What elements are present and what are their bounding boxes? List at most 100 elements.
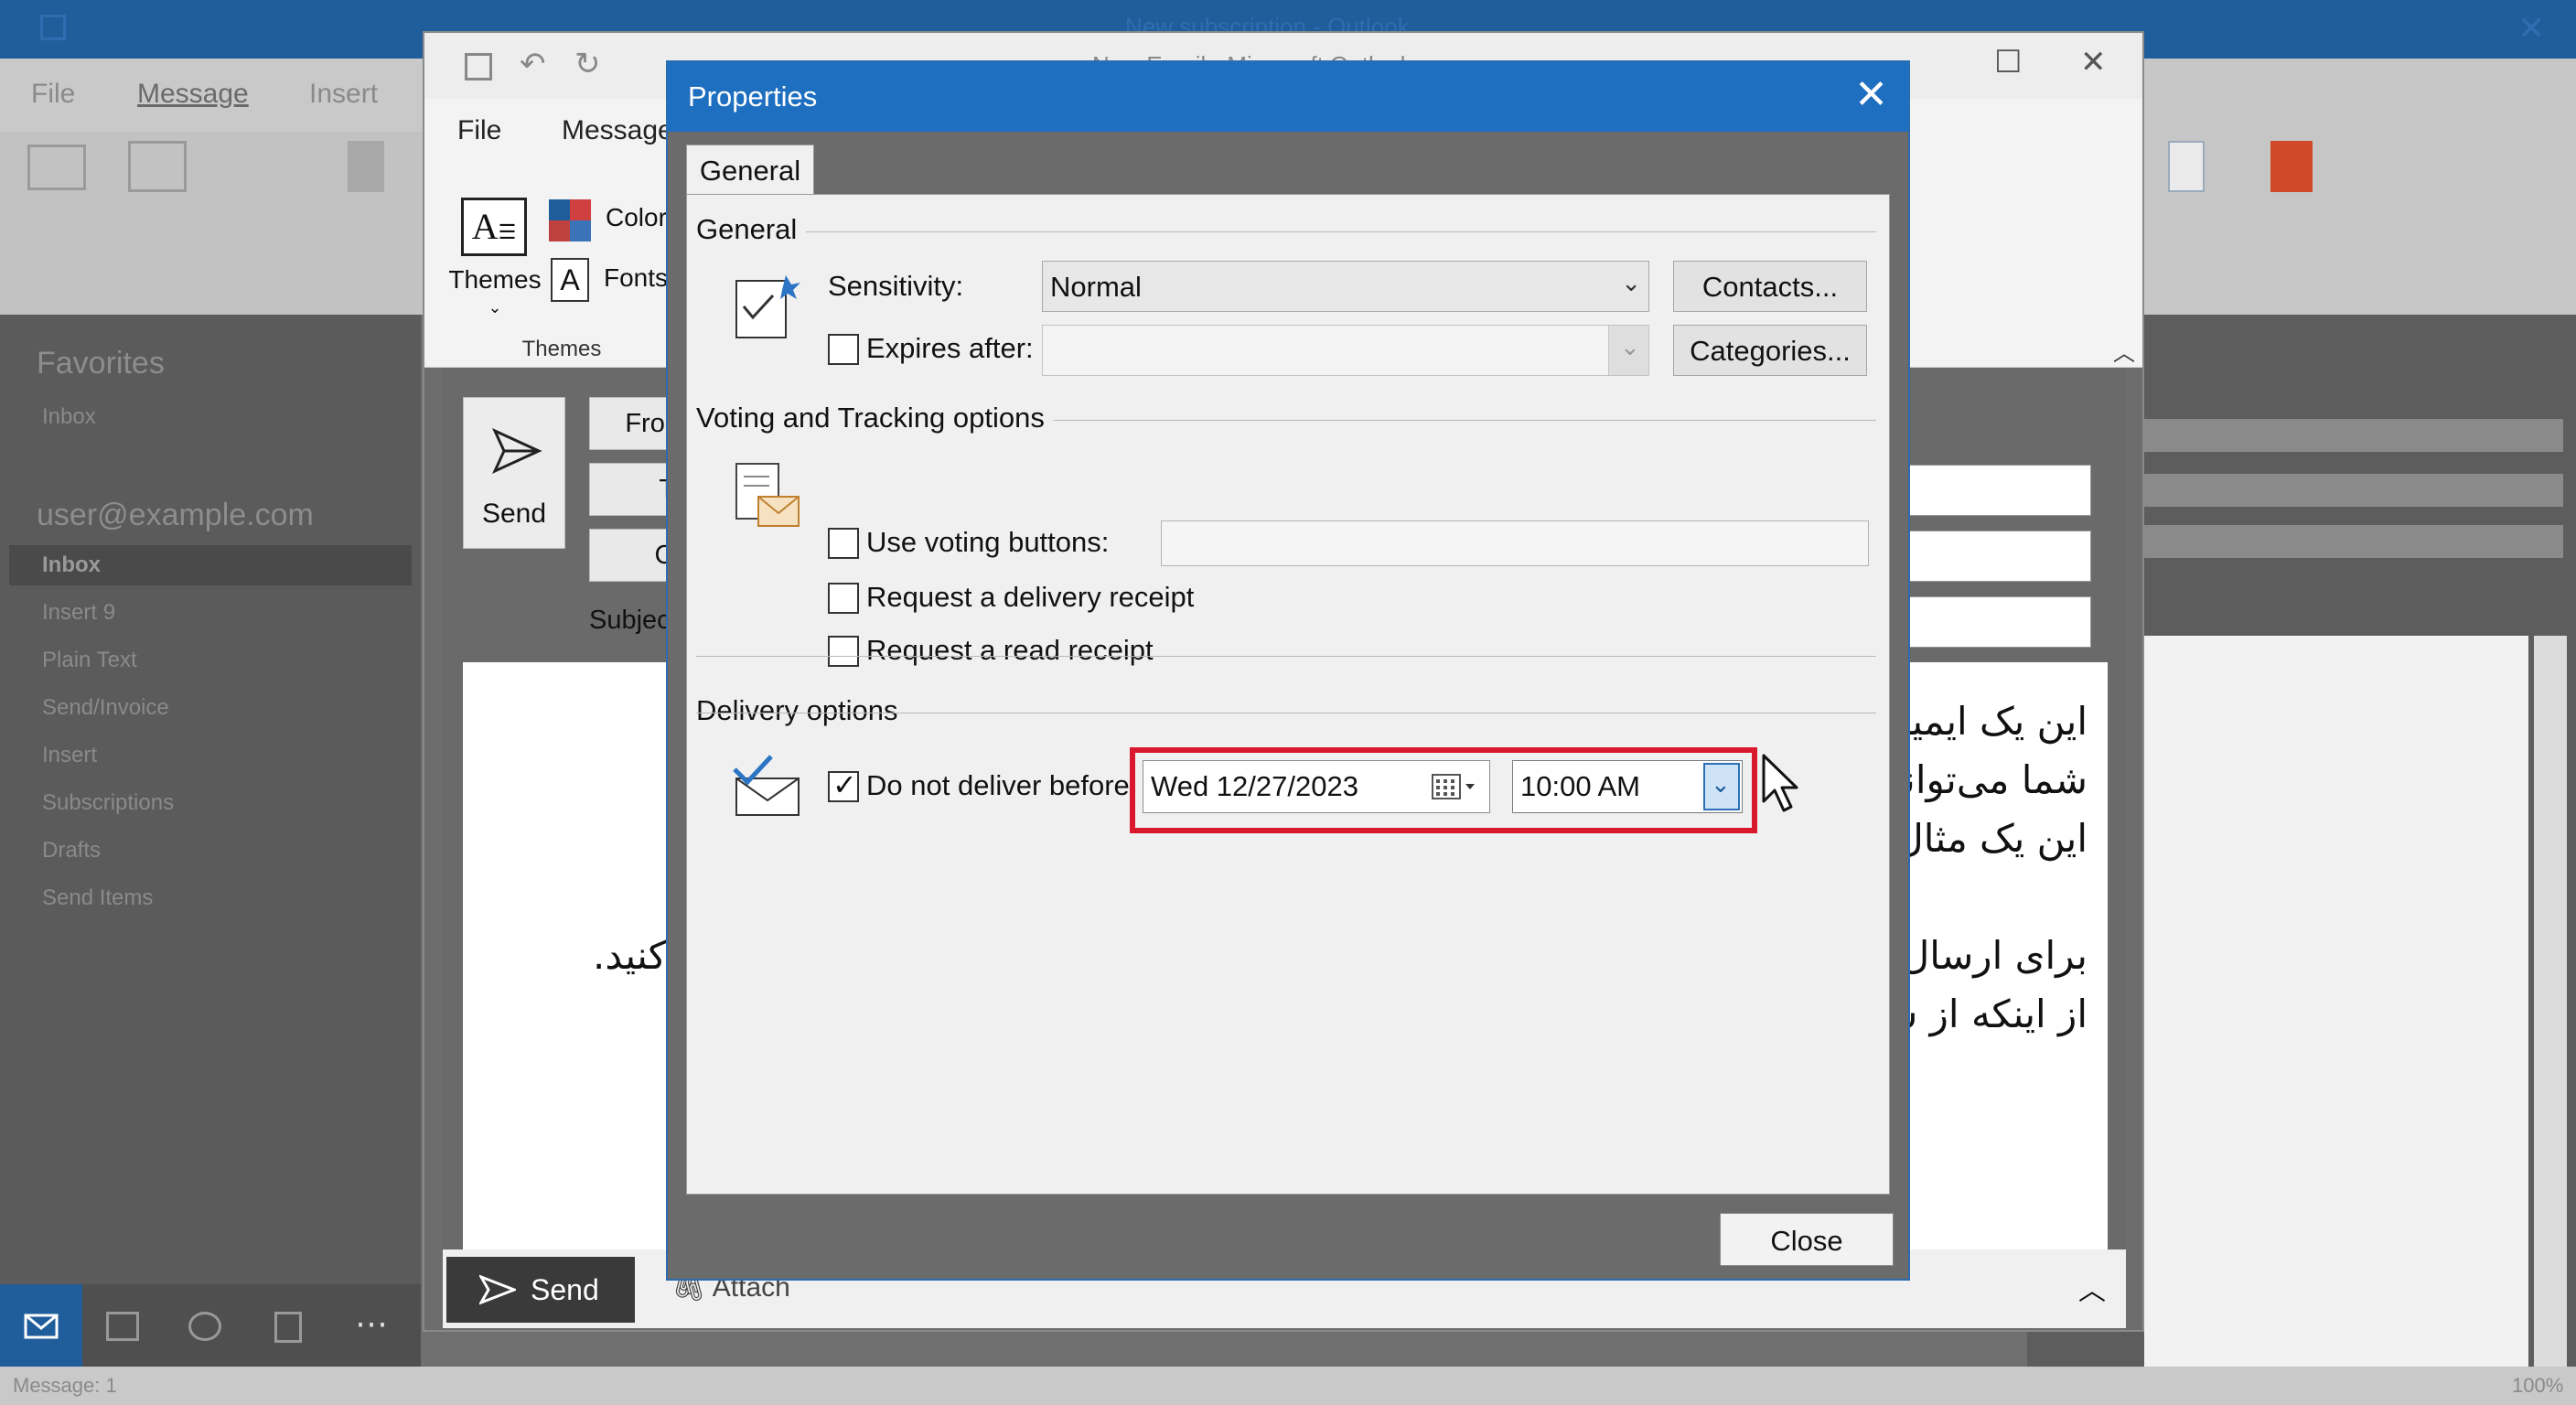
sensitivity-value: Normal xyxy=(1050,271,1142,303)
cc-field[interactable] xyxy=(1906,531,2091,582)
tab-general[interactable]: General xyxy=(686,145,814,196)
body-line: این یک مثال xyxy=(1895,816,2088,861)
close-button[interactable]: Close xyxy=(1720,1213,1894,1266)
reading-line xyxy=(2142,419,2563,452)
to-field[interactable] xyxy=(1906,465,2091,516)
deliver-time-input[interactable]: 10:00 AM ⌄ xyxy=(1512,760,1743,813)
folder-item[interactable]: Drafts xyxy=(42,838,101,863)
save-icon[interactable] xyxy=(40,15,66,40)
delete-icon[interactable] xyxy=(348,141,384,192)
chevron-down-icon: ⌄ xyxy=(1711,770,1731,798)
send-icon xyxy=(479,1274,516,1305)
do-not-deliver-label: Do not deliver before xyxy=(866,769,1130,801)
office-addin-icon[interactable] xyxy=(2270,141,2313,192)
send-footer-label: Send xyxy=(531,1273,599,1306)
close-icon[interactable]: ✕ xyxy=(2080,44,2107,80)
people-icon[interactable] xyxy=(188,1312,221,1341)
calendar-icon[interactable] xyxy=(1431,772,1476,801)
sensitivity-select[interactable]: Normal ⌄ xyxy=(1042,261,1649,312)
body-line: این یک ایمیل xyxy=(1883,699,2088,744)
folder-item[interactable]: Insert 9 xyxy=(42,600,115,626)
contacts-button[interactable]: Contacts... xyxy=(1673,261,1867,312)
mail-icon[interactable] xyxy=(0,1284,82,1367)
send-button-footer[interactable]: Send xyxy=(446,1257,635,1323)
categories-button[interactable]: Categories... xyxy=(1673,325,1867,376)
folder-item[interactable]: Plain Text xyxy=(42,648,137,673)
tab-message[interactable]: Message xyxy=(562,115,673,146)
chevron-down-icon: ⌄ xyxy=(1621,269,1641,296)
status-bar: Message: 1 100% xyxy=(0,1367,2576,1405)
send-icon xyxy=(491,427,542,475)
expand-icon[interactable]: ︿ xyxy=(2078,1268,2106,1308)
subject-field[interactable] xyxy=(1906,596,2091,648)
undo-icon[interactable]: ↶ xyxy=(520,46,546,82)
send-button[interactable]: Send xyxy=(463,397,565,549)
delivery-receipt-label: Request a delivery receipt xyxy=(866,581,1195,613)
reading-line xyxy=(2142,474,2563,507)
save-icon[interactable] xyxy=(465,53,492,80)
favorites-inbox[interactable]: Inbox xyxy=(42,404,96,430)
properties-dialog: Properties ✕ General General Sensitivity… xyxy=(666,60,1910,1281)
themes-group-label: Themes xyxy=(521,337,602,361)
themes-button[interactable]: A☰ Themes ⌄ xyxy=(445,198,545,326)
new-items-icon[interactable] xyxy=(128,141,187,192)
reading-line xyxy=(2142,525,2563,558)
page-icon[interactable] xyxy=(2168,141,2205,192)
dialog-titlebar: Properties ✕ xyxy=(668,62,1908,132)
new-email-icon[interactable] xyxy=(27,145,86,190)
tasks-icon[interactable] xyxy=(274,1312,302,1343)
voting-checkbox[interactable] xyxy=(828,528,859,559)
tab-message[interactable]: Message xyxy=(137,79,249,110)
separator xyxy=(696,231,1876,232)
mouse-pointer-icon xyxy=(1762,754,1798,812)
expires-select: ⌄ xyxy=(1042,325,1649,376)
deliver-time-value: 10:00 AM xyxy=(1520,770,1640,802)
folder-pane: Favorites Inbox user@example.com Inbox I… xyxy=(0,315,421,1367)
status-text: Message: 1 xyxy=(13,1374,117,1397)
outlook-ribbon xyxy=(0,132,430,315)
colors-icon xyxy=(549,199,591,241)
reading-body xyxy=(2144,636,2528,1367)
folder-item[interactable]: Subscriptions xyxy=(42,790,174,816)
favorites-header[interactable]: Favorites xyxy=(37,346,165,381)
reading-scrollbar[interactable] xyxy=(2534,636,2567,1367)
expires-label: Expires after: xyxy=(866,332,1034,364)
collapse-ribbon-icon[interactable]: ︿ xyxy=(2113,335,2135,367)
send-label: Send xyxy=(481,499,547,529)
outlook-ribbon-tabs: File Message Insert xyxy=(0,59,430,132)
chevron-down-icon: ⌄ xyxy=(1608,326,1648,375)
tab-insert[interactable]: Insert xyxy=(309,79,378,110)
folder-item[interactable]: Insert xyxy=(42,743,97,768)
account-header[interactable]: user@example.com xyxy=(37,498,314,533)
folder-item[interactable]: Send Items xyxy=(42,885,153,911)
close-icon[interactable]: ✕ xyxy=(1854,71,1888,118)
chevron-down-icon: ⌄ xyxy=(488,298,502,316)
dialog-title: Properties xyxy=(688,80,818,113)
general-heading: General xyxy=(696,213,807,246)
delivery-heading: Delivery options xyxy=(696,694,907,727)
general-panel: General Sensitivity: Normal ⌄ Contacts..… xyxy=(686,194,1890,1195)
folder-item[interactable]: Inbox xyxy=(42,552,101,578)
folder-item[interactable]: Send/Invoice xyxy=(42,695,169,721)
read-receipt-label: Request a read receipt xyxy=(866,634,1154,666)
voting-heading: Voting and Tracking options xyxy=(696,402,1054,434)
tab-file[interactable]: File xyxy=(31,79,75,110)
delivery-receipt-checkbox[interactable] xyxy=(828,583,859,614)
separator xyxy=(696,656,1876,657)
redo-icon[interactable]: ↻ xyxy=(574,46,601,82)
outlook-right-ribbon xyxy=(2144,59,2576,315)
deliver-envelope-icon xyxy=(733,755,800,816)
deliver-date-value: Wed 12/27/2023 xyxy=(1151,770,1358,802)
calendar-icon[interactable] xyxy=(106,1312,139,1341)
tab-file[interactable]: File xyxy=(457,115,501,146)
maximize-icon[interactable]: ☐ xyxy=(1994,44,2022,80)
expires-checkbox[interactable] xyxy=(828,334,859,365)
more-icon[interactable]: ⋯ xyxy=(355,1304,388,1343)
close-icon[interactable]: ✕ xyxy=(2517,9,2545,48)
read-receipt-checkbox[interactable] xyxy=(828,636,859,667)
deliver-date-input[interactable]: Wed 12/27/2023 xyxy=(1143,760,1490,813)
time-dropdown-button[interactable]: ⌄ xyxy=(1703,763,1740,810)
sensitivity-icon xyxy=(735,275,800,338)
zoom-level: 100% xyxy=(2512,1374,2564,1397)
do-not-deliver-checkbox[interactable] xyxy=(828,767,859,802)
